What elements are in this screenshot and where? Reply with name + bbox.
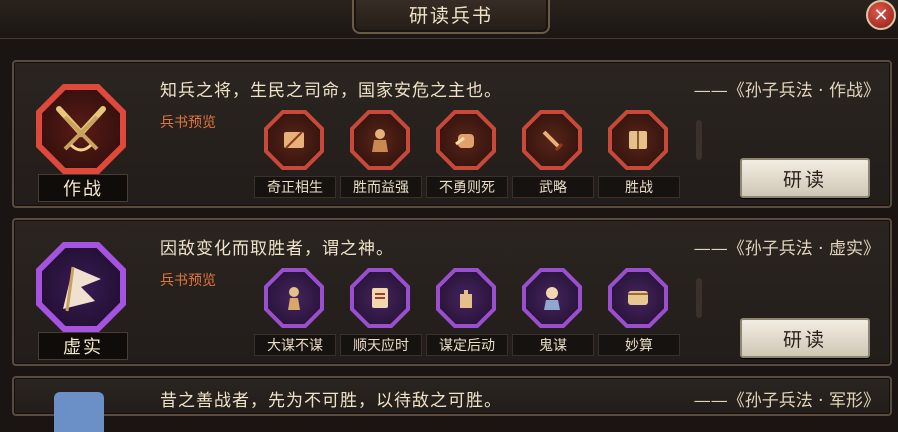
- banner-flag-icon: [63, 266, 101, 312]
- skill-list: 大谋不谋 顺天应时 谋定后动 鬼谋 妙算: [254, 268, 704, 358]
- close-icon: ✕: [873, 4, 889, 26]
- skill-item[interactable]: 不勇则死: [426, 110, 512, 200]
- scroll-icon: [264, 110, 324, 170]
- skill-name: 谋定后动: [426, 334, 508, 356]
- page-title: 研读兵书: [408, 4, 493, 27]
- skill-item[interactable]: 妙算: [598, 268, 684, 358]
- emblem-label: 作战: [38, 174, 128, 202]
- scroll-icon: [350, 268, 410, 328]
- skill-name: 不勇则死: [426, 176, 508, 198]
- book-quote: 因敌变化而取胜者，谓之神。: [160, 239, 394, 259]
- skill-name: 胜战: [598, 176, 680, 198]
- book-quote: 昔之善战者，先为不可胜，以待敌之可胜。: [160, 391, 502, 411]
- book-card-junxing: 昔之善战者，先为不可胜，以待敌之可胜。 ——《孙子兵法 · 军形》: [12, 376, 892, 432]
- skill-list: 奇正相生 胜而益强 不勇则死 武略 胜战: [254, 110, 704, 200]
- skill-item[interactable]: 大谋不谋: [254, 268, 340, 358]
- book-source: ——《孙子兵法 · 虚实》: [693, 239, 880, 259]
- book-source: ——《孙子兵法 · 军形》: [693, 391, 880, 411]
- skill-item[interactable]: 奇正相生: [254, 110, 340, 200]
- crossed-swords-icon: [56, 106, 106, 152]
- book-source: ——《孙子兵法 · 作战》: [693, 81, 880, 101]
- book-icon: [608, 110, 668, 170]
- skill-name: 鬼谋: [512, 334, 594, 356]
- skill-item[interactable]: 胜而益强: [340, 110, 426, 200]
- map-scroll-icon: [608, 268, 668, 328]
- fist-icon: [436, 110, 496, 170]
- emblem-label: 虚实: [38, 332, 128, 360]
- skill-item[interactable]: 鬼谋: [512, 268, 598, 358]
- figure-icon: [264, 268, 324, 328]
- preview-label: 兵书预览: [160, 273, 216, 289]
- skill-scroll-indicator[interactable]: [696, 120, 702, 160]
- skill-name: 武略: [512, 176, 594, 198]
- book-card-zuozhan: 作战 知兵之将，生民之司命，国家安危之主也。 ——《孙子兵法 · 作战》 兵书预…: [12, 60, 892, 208]
- strategist-icon: [522, 268, 582, 328]
- book-quote: 知兵之将，生民之司命，国家安危之主也。: [160, 81, 502, 101]
- skill-name: 妙算: [598, 334, 680, 356]
- junxing-emblem-icon[interactable]: [54, 392, 104, 432]
- skill-name: 奇正相生: [254, 176, 336, 198]
- skill-item[interactable]: 武略: [512, 110, 598, 200]
- book-card-xushi: 虚实 因敌变化而取胜者，谓之神。 ——《孙子兵法 · 虚实》 兵书预览 大谋不谋…: [12, 218, 892, 366]
- skill-item[interactable]: 胜战: [598, 110, 684, 200]
- zuozhan-emblem-icon[interactable]: [36, 84, 126, 174]
- xushi-emblem-icon[interactable]: [36, 242, 126, 332]
- hand-icon: [436, 268, 496, 328]
- title-plate: 研读兵书: [352, 0, 550, 34]
- research-button[interactable]: 研读: [740, 318, 870, 358]
- skill-item[interactable]: 谋定后动: [426, 268, 512, 358]
- research-button[interactable]: 研读: [740, 158, 870, 198]
- title-bar: 研读兵书: [0, 0, 898, 39]
- close-button[interactable]: ✕: [866, 0, 896, 30]
- sword-icon: [522, 110, 582, 170]
- skill-scroll-indicator[interactable]: [696, 278, 702, 318]
- preview-label: 兵书预览: [160, 115, 216, 131]
- skill-item[interactable]: 顺天应时: [340, 268, 426, 358]
- general-icon: [350, 110, 410, 170]
- skill-name: 胜而益强: [340, 176, 422, 198]
- skill-name: 大谋不谋: [254, 334, 336, 356]
- skill-name: 顺天应时: [340, 334, 422, 356]
